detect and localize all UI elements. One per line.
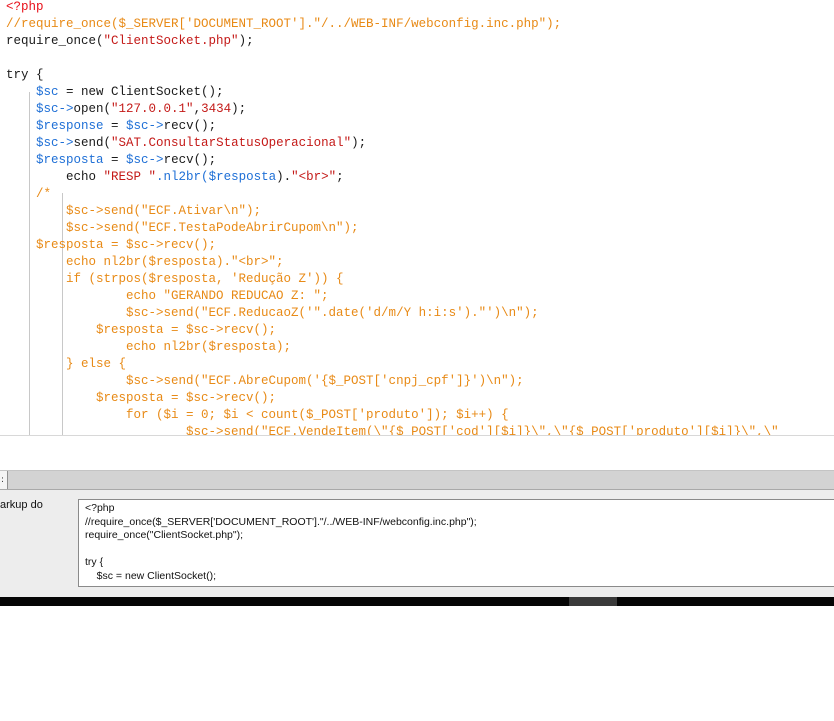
code-token: $sc->send("ECF.ReducaoZ('".date('d/m/Y h… [6,306,539,320]
code-line: $sc->send("ECF.ReducaoZ('".date('d/m/Y h… [6,305,539,322]
code-token: ); [351,136,367,150]
code-token: ; [336,170,344,184]
code-token: $sc->send("ECF.VendeItem(\"{$_POST['cod'… [6,425,779,435]
code-token: open( [73,102,112,116]
code-line: $sc->open("127.0.0.1",3434); [6,101,246,118]
code-token: $resposta [36,153,104,167]
panel-tab-mark: : [1,475,5,485]
code-line: $sc->send("ECF.AbreCupom('{$_POST['cnpj_… [6,373,524,390]
scrollbar-thumb[interactable] [569,597,617,606]
code-token: $sc [36,85,59,99]
code-token: $sc-> [126,153,164,167]
code-line: $sc->send("SAT.ConsultarStatusOperaciona… [6,135,366,152]
code-token: $response [36,119,104,133]
code-token: "<br>" [291,170,337,184]
code-line: $sc = new ClientSocket(); [6,84,224,101]
markup-line: $sc = new ClientSocket(); [85,569,217,582]
markup-line: require_once("ClientSocket.php"); [85,529,244,541]
panel-header-bar: : [0,471,834,490]
code-token: ); [231,102,247,116]
code-token: if (strpos($resposta, 'Redução Z')) { [6,272,344,286]
code-token: echo nl2br($resposta)."<br>"; [6,255,284,269]
code-token: = [103,153,127,167]
code-token: "RESP " [103,170,157,184]
code-token: } else { [6,357,127,371]
code-token: for ($i = 0; $i < count($_POST['produto'… [6,408,509,422]
code-token: "127.0.0.1" [111,102,194,116]
code-line: $sc->send("ECF.Ativar\n"); [6,203,261,220]
code-line: for ($i = 0; $i < count($_POST['produto'… [6,407,509,424]
code-line: echo nl2br($resposta); [6,339,291,356]
code-token: recv(); [163,119,217,133]
code-token: ); [238,34,254,48]
code-token: $sc-> [36,136,74,150]
code-token: $resposta = $sc->recv(); [6,391,277,405]
code-line: try { [6,67,44,84]
code-line: //require_once($_SERVER['DOCUMENT_ROOT']… [6,16,561,33]
code-line: $resposta = $sc->recv(); [6,152,216,169]
code-line: require_once("ClientSocket.php"); [6,33,254,50]
code-line: $response = $sc->recv(); [6,118,216,135]
code-token: $resposta [208,170,277,184]
code-token: .nl2br( [156,170,209,184]
code-token: "SAT.ConsultarStatusOperacional" [111,136,352,150]
code-token: $sc-> [126,119,164,133]
code-token: echo "GERANDO REDUCAO Z: "; [6,289,329,303]
code-token: 3434 [201,102,232,116]
markup-line: try { [85,556,104,568]
code-token: recv(); [163,153,217,167]
code-editor[interactable]: <?php //require_once($_SERVER['DOCUMENT_R… [0,0,834,435]
code-line: $resposta = $sc->recv(); [6,237,216,254]
markup-panel: : arkup do <?php//require_once($_SERVER[… [0,470,834,598]
splitter-area[interactable] [0,435,834,471]
code-line: if (strpos($resposta, 'Redução Z')) { [6,271,344,288]
horizontal-scrollbar[interactable] [0,597,834,606]
code-token: , [193,102,202,116]
code-line: <?php [6,0,44,16]
code-token: //require_once($_SERVER['DOCUMENT_ROOT']… [6,17,562,31]
code-line: echo "GERANDO REDUCAO Z: "; [6,288,329,305]
code-token: = [103,119,127,133]
markup-line: <?php [85,502,115,514]
code-token: $sc-> [36,102,74,116]
markup-line: //require_once($_SERVER['DOCUMENT_ROOT']… [85,515,477,528]
code-token: /* [6,187,52,201]
markup-textarea[interactable]: <?php//require_once($_SERVER['DOCUMENT_R… [78,499,834,587]
code-token: $resposta = $sc->recv(); [6,323,277,337]
code-token: ). [276,170,292,184]
code-line: $resposta = $sc->recv(); [6,390,276,407]
code-token: send( [73,136,112,150]
code-line: } else { [6,356,126,373]
code-line: $sc->send("ECF.TestaPodeAbrirCupom\n"); [6,220,359,237]
code-token: echo [6,170,104,184]
code-token: "ClientSocket.php" [103,34,239,48]
code-line: $sc->send("ECF.VendeItem(\"{$_POST['cod'… [6,424,779,435]
code-token: = new ClientSocket(); [58,85,224,99]
code-line: /* [6,186,51,203]
code-line: $resposta = $sc->recv(); [6,322,276,339]
code-token: $resposta = $sc->recv(); [6,238,217,252]
code-token: <?php [6,0,44,14]
code-token: echo nl2br($resposta); [6,340,292,354]
code-line: echo nl2br($resposta)."<br>"; [6,254,284,271]
code-token: $sc->send("ECF.TestaPodeAbrirCupom\n"); [6,221,359,235]
markup-label: arkup do [0,499,43,511]
code-token: require_once( [6,34,104,48]
code-token: $sc->send("ECF.AbreCupom('{$_POST['cnpj_… [6,374,524,388]
panel-tab[interactable]: : [0,471,8,489]
code-line: echo "RESP ".nl2br($resposta)."<br>"; [6,169,344,186]
code-token: try { [6,68,44,82]
code-token: $sc->send("ECF.Ativar\n"); [6,204,262,218]
